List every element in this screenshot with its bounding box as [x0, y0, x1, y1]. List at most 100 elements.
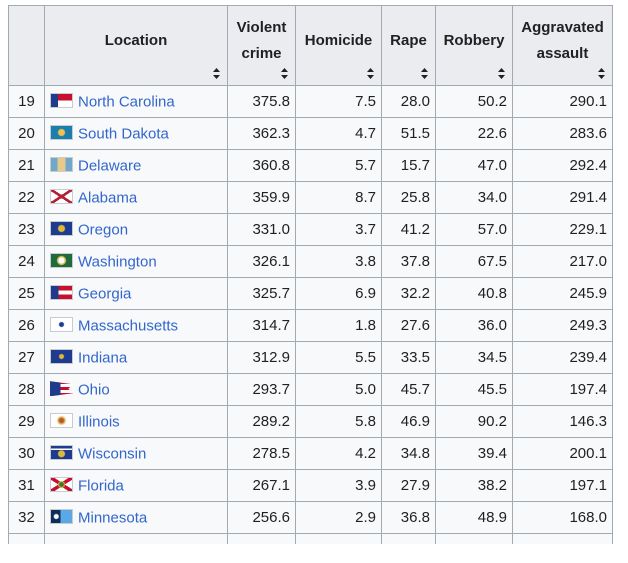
- aggravated-assault-cell: 229.1: [512, 213, 613, 246]
- table-row: 26 Massachusetts 314.7 1.8 27.6 36.0 249…: [8, 309, 613, 342]
- homicide-cell: 5.7: [295, 149, 382, 182]
- homicide-cell: 3.8: [295, 245, 382, 278]
- location-link[interactable]: Alabama: [78, 189, 137, 206]
- location-link[interactable]: Wisconsin: [78, 445, 146, 462]
- table-row: 22 Alabama 359.9 8.7 25.8 34.0 291.4: [8, 181, 613, 214]
- violent-crime-header-line1: Violent: [236, 18, 287, 36]
- location-link[interactable]: Illinois: [78, 413, 120, 430]
- location-link[interactable]: Georgia: [78, 285, 131, 302]
- sort-updown-icon[interactable]: [498, 68, 505, 79]
- violent-crime-cell: 314.7: [227, 309, 296, 342]
- violent-crime-cell: 293.7: [227, 373, 296, 406]
- table-row: 27 Indiana 312.9 5.5 33.5 34.5 239.4: [8, 341, 613, 374]
- location-cell: Indiana: [44, 341, 228, 374]
- table-body: 19 North Carolina 375.8 7.5 28.0 50.2 29…: [8, 85, 613, 544]
- rape-cell: 45.7: [381, 373, 436, 406]
- robbery-cell: 48.9: [435, 501, 513, 534]
- minnesota-flag-icon: [50, 509, 73, 525]
- aggravated-assault-header-line2: assault: [536, 44, 589, 62]
- location-link[interactable]: South Dakota: [78, 125, 169, 142]
- florida-flag-icon: [50, 477, 73, 493]
- index-header: [8, 5, 45, 86]
- violent-crime-cell: 362.3: [227, 117, 296, 150]
- homicide-cell: 4.2: [295, 437, 382, 470]
- location-cell: [44, 533, 228, 544]
- massachusetts-flag-icon: [50, 317, 73, 333]
- alabama-flag-icon: [50, 189, 73, 205]
- homicide-cell: 8.7: [295, 181, 382, 214]
- aggravated-assault-cell: 239.4: [512, 341, 613, 374]
- location-link[interactable]: Ohio: [78, 381, 110, 398]
- location-link[interactable]: Washington: [78, 253, 157, 270]
- indiana-flag-icon: [50, 349, 73, 365]
- robbery-cell: 36.0: [435, 309, 513, 342]
- robbery-header[interactable]: Robbery: [435, 5, 513, 86]
- location-cell: Minnesota: [44, 501, 228, 534]
- location-cell: Ohio: [44, 373, 228, 406]
- rape-cell: 27.6: [381, 309, 436, 342]
- sort-updown-icon[interactable]: [598, 68, 605, 79]
- homicide-cell: [295, 533, 382, 544]
- robbery-cell: 90.2: [435, 405, 513, 438]
- rape-cell: 27.9: [381, 469, 436, 502]
- rape-cell: 46.9: [381, 405, 436, 438]
- aggravated-assault-cell: 290.1: [512, 85, 613, 118]
- location-link[interactable]: Indiana: [78, 349, 127, 366]
- location-link[interactable]: Minnesota: [78, 509, 147, 526]
- violent-crime-cell: 326.1: [227, 245, 296, 278]
- table-row: 21 Delaware 360.8 5.7 15.7 47.0 292.4: [8, 149, 613, 182]
- robbery-cell: [435, 533, 513, 544]
- aggravated-assault-cell: 217.0: [512, 245, 613, 278]
- aggravated-assault-cell: 291.4: [512, 181, 613, 214]
- sort-updown-icon[interactable]: [281, 68, 288, 79]
- location-cell: Florida: [44, 469, 228, 502]
- aggravated-assault-cell: 168.0: [512, 501, 613, 534]
- crime-rate-table: Location Violent crime Homicide Rape Rob…: [8, 5, 613, 544]
- location-link[interactable]: Oregon: [78, 221, 128, 238]
- sort-updown-icon[interactable]: [213, 68, 220, 79]
- robbery-cell: 45.5: [435, 373, 513, 406]
- violent-crime-cell: [227, 533, 296, 544]
- rape-cell: 25.8: [381, 181, 436, 214]
- table-row: 31 Florida 267.1 3.9 27.9 38.2 197.1: [8, 469, 613, 502]
- sort-updown-icon[interactable]: [367, 68, 374, 79]
- aggravated-assault-header[interactable]: Aggravated assault: [512, 5, 613, 86]
- illinois-flag-icon: [50, 413, 73, 429]
- rape-cell: 32.2: [381, 277, 436, 310]
- rape-cell: [381, 533, 436, 544]
- sort-updown-icon[interactable]: [421, 68, 428, 79]
- violent-crime-cell: 278.5: [227, 437, 296, 470]
- table-row: 32 Minnesota 256.6 2.9 36.8 48.9 168.0: [8, 501, 613, 534]
- violent-crime-cell: 256.6: [227, 501, 296, 534]
- rape-cell: 41.2: [381, 213, 436, 246]
- violent-crime-header-line2: crime: [241, 44, 282, 62]
- table-row: 28 Ohio 293.7 5.0 45.7 45.5 197.4: [8, 373, 613, 406]
- homicide-cell: 5.8: [295, 405, 382, 438]
- rape-cell: 36.8: [381, 501, 436, 534]
- location-link[interactable]: Florida: [78, 477, 124, 494]
- location-link[interactable]: Delaware: [78, 157, 141, 174]
- location-link[interactable]: North Carolina: [78, 93, 175, 110]
- rank-cell: [8, 533, 45, 544]
- table-row: 23 Oregon 331.0 3.7 41.2 57.0 229.1: [8, 213, 613, 246]
- location-cell: Illinois: [44, 405, 228, 438]
- ohio-flag-icon: [50, 381, 73, 397]
- rank-cell: 26: [8, 309, 45, 342]
- homicide-cell: 2.9: [295, 501, 382, 534]
- rape-cell: 28.0: [381, 85, 436, 118]
- georgia-flag-icon: [50, 285, 73, 301]
- rape-header[interactable]: Rape: [381, 5, 436, 86]
- rape-cell: 33.5: [381, 341, 436, 374]
- homicide-header[interactable]: Homicide: [295, 5, 382, 86]
- location-cell: Alabama: [44, 181, 228, 214]
- location-link[interactable]: Massachusetts: [78, 317, 178, 334]
- robbery-cell: 40.8: [435, 277, 513, 310]
- aggravated-assault-cell: 200.1: [512, 437, 613, 470]
- rank-cell: 21: [8, 149, 45, 182]
- location-header[interactable]: Location: [44, 5, 228, 86]
- aggravated-assault-cell: 249.3: [512, 309, 613, 342]
- rank-cell: 30: [8, 437, 45, 470]
- violent-crime-header[interactable]: Violent crime: [227, 5, 296, 86]
- location-cell: Wisconsin: [44, 437, 228, 470]
- robbery-cell: 34.5: [435, 341, 513, 374]
